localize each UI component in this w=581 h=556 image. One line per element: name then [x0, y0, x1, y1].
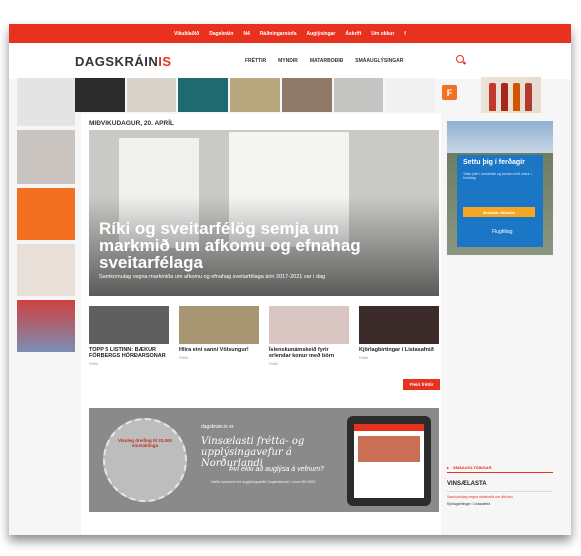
- article-card[interactable]: Kjörlagbirtingar í Listasafnið Fréttir: [359, 306, 439, 360]
- site-logo[interactable]: DAGSKRÁINIS: [75, 54, 172, 69]
- topbar-link[interactable]: Vikublaðið: [174, 31, 199, 37]
- card-meta: Fréttir: [359, 356, 369, 360]
- popular-title: VINSÆLASTA: [447, 481, 487, 487]
- chevron-right-icon: ▸: [447, 464, 450, 470]
- card-title[interactable]: Kjörlagbirtingar í Listasafnið: [359, 347, 439, 353]
- tablet-screen: [354, 424, 424, 498]
- ad-image[interactable]: [126, 78, 177, 112]
- main-content: MIÐVIKUDAGUR, 20. APRÍL Ríki og sveitarf…: [81, 114, 441, 534]
- logo-mark: IS: [158, 54, 172, 69]
- left-ad[interactable]: [17, 78, 75, 126]
- card-meta: Fréttir: [179, 356, 189, 360]
- ad-strip[interactable]: [75, 78, 436, 112]
- site-header: DAGSKRÁINIS FRÉTTIR MYNDIR MATARBOÐIÐ SM…: [9, 43, 571, 79]
- topbar-link[interactable]: Áskrift: [345, 31, 361, 37]
- card-image[interactable]: [89, 306, 169, 344]
- nav-item-smaauglysingar[interactable]: SMÁAUGLÝSINGAR: [355, 58, 403, 64]
- hero-headline[interactable]: Ríki og sveitarfélög semja um markmið um…: [99, 220, 379, 271]
- left-ad[interactable]: [17, 188, 75, 240]
- banner-line-3: Því ekki að auglýsa á vefnum?: [229, 466, 324, 473]
- card-image[interactable]: [269, 306, 349, 344]
- ad-image[interactable]: [333, 78, 384, 112]
- ad-panel: Settu þig í ferðagír Taktu þátt í sumarl…: [457, 155, 543, 247]
- tablet-screen-image: [358, 436, 420, 462]
- ad-subtitle: Taktu þátt í sumarleik og komdu með okku…: [463, 172, 532, 180]
- browser-frame: Vikublaðið Dagskráin N4 Ráðningarstofa A…: [9, 24, 571, 535]
- ad-sky: [447, 121, 553, 153]
- nav-item-frettir[interactable]: FRÉTTIR: [245, 58, 266, 64]
- tablet-screen-header: [354, 424, 424, 431]
- popular-item[interactable]: Kjörlagbirtingar í Listasafnið: [447, 502, 553, 506]
- top-bar: Vikublaðið Dagskráin N4 Ráðningarstofa A…: [9, 24, 571, 43]
- topbar-link[interactable]: Ráðningarstofa: [260, 31, 297, 37]
- card-image[interactable]: [179, 306, 259, 344]
- banner-line-2: Vinsælasti frétta- og upplýsingavefur á …: [201, 436, 305, 469]
- article-card[interactable]: TOPP 5 LISTINN: BÆKUR FÖRBERGS HÖRÐARSON…: [89, 306, 169, 366]
- coin-text: Vikuleg dreifing til 33.000 einstaklinga: [118, 438, 172, 448]
- ad-title: Settu þig í ferðagír: [463, 159, 525, 166]
- facebook-icon[interactable]: f: [404, 31, 406, 37]
- card-meta: Fréttir: [89, 362, 99, 366]
- card-meta: Fréttir: [269, 362, 279, 366]
- left-ad[interactable]: [17, 244, 75, 296]
- topbar-link[interactable]: Um okkur: [371, 31, 394, 37]
- card-title[interactable]: Hlíra eini sanni Völsungur!: [179, 347, 259, 353]
- ad-image[interactable]: [385, 78, 436, 112]
- topbar-link[interactable]: Auglýsingar: [306, 31, 335, 37]
- card-image[interactable]: [359, 306, 439, 344]
- topbar-link[interactable]: N4: [243, 31, 249, 37]
- promo-banner[interactable]: Vikuleg dreifing til 33.000 einstaklinga…: [89, 408, 439, 512]
- ad-image[interactable]: [230, 78, 280, 112]
- tablet-graphic: [347, 416, 431, 506]
- ad-image[interactable]: [281, 78, 332, 112]
- bottles-ad[interactable]: [481, 77, 541, 113]
- more-news-button[interactable]: Fleiri fréttir: [403, 379, 440, 390]
- hero-article[interactable]: Ríki og sveitarfélög semja um markmið um…: [89, 130, 439, 296]
- card-title[interactable]: Íslenskunámskeið fyrir erlendar konur me…: [269, 347, 349, 359]
- main-nav: FRÉTTIR MYNDIR MATARBOÐIÐ SMÁAUGLÝSINGAR: [245, 58, 403, 64]
- popular-item[interactable]: Samkomulag vegna markmiða um afkomu: [447, 495, 553, 499]
- ad-image[interactable]: [178, 78, 229, 112]
- banner-line-1: dagskrain.is er: [201, 424, 234, 430]
- ad-brand: Flugfélag: [492, 229, 513, 235]
- logo-text: DAGSKRÁIN: [75, 54, 159, 69]
- ad-image[interactable]: [75, 78, 125, 112]
- f-icon[interactable]: F: [442, 85, 457, 100]
- coin-graphic: [103, 418, 187, 502]
- classifieds-header[interactable]: ▸ SMÁAUGLÝSINGAR: [447, 462, 553, 473]
- banner-line-4: Hafðu samband við auglýsingadeild Dagskr…: [211, 480, 316, 484]
- search-icon[interactable]: [456, 55, 464, 63]
- classifieds-label[interactable]: SMÁAUGLÝSINGAR: [453, 465, 491, 470]
- left-ad[interactable]: [17, 130, 75, 184]
- article-card[interactable]: Hlíra eini sanni Völsungur! Fréttir: [179, 306, 259, 360]
- topbar-link[interactable]: Dagskráin: [209, 31, 233, 37]
- nav-item-matarbodid[interactable]: MATARBOÐIÐ: [310, 58, 343, 64]
- divider: [447, 491, 553, 492]
- left-ad[interactable]: [17, 300, 75, 352]
- card-title[interactable]: TOPP 5 LISTINN: BÆKUR FÖRBERGS HÖRÐARSON…: [89, 347, 169, 359]
- right-section: ▸ SMÁAUGLÝSINGAR VINSÆLASTA Samkomulag v…: [447, 462, 553, 506]
- page-date: MIÐVIKUDAGUR, 20. APRÍL: [89, 120, 174, 127]
- ad-button[interactable]: Skoðaðu tilboðin: [463, 207, 535, 217]
- nav-item-myndir[interactable]: MYNDIR: [278, 58, 298, 64]
- article-card[interactable]: Íslenskunámskeið fyrir erlendar konur me…: [269, 306, 349, 366]
- hero-subtitle: Samkomulag vegna markmiða um afkomu og e…: [99, 274, 326, 280]
- travel-ad[interactable]: Settu þig í ferðagír Taktu þátt í sumarl…: [447, 121, 553, 255]
